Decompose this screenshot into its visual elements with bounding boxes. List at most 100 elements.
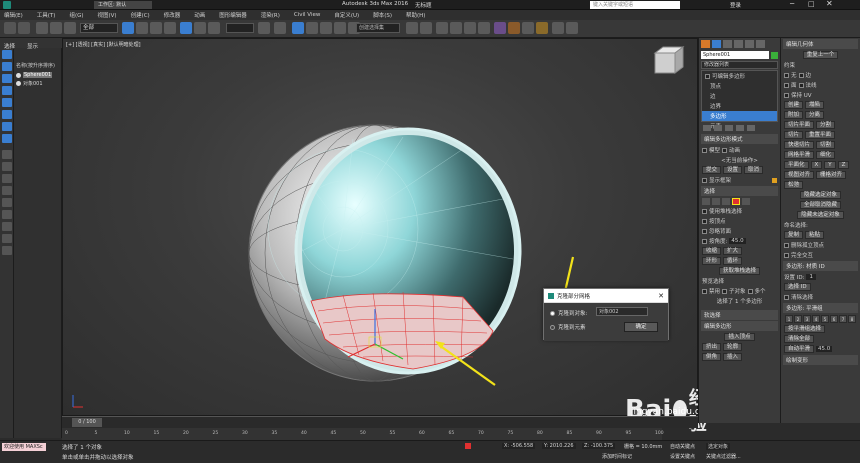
rollout-soft-selection[interactable]: 软选择 (701, 310, 778, 320)
select-id-button[interactable]: 选择 ID (784, 283, 811, 291)
viewcube[interactable] (654, 52, 676, 74)
explorer-geometry-icon[interactable] (2, 74, 12, 83)
edge-mode-icon[interactable] (712, 198, 720, 205)
rotate-icon[interactable] (194, 22, 206, 34)
shrink-button[interactable]: 收缩 (702, 247, 722, 255)
angle-snap-icon[interactable] (306, 22, 318, 34)
snap-toggle-icon[interactable] (292, 22, 304, 34)
planar-x-button[interactable]: X (810, 161, 823, 169)
explorer-cameras-icon[interactable] (2, 110, 12, 119)
split-button[interactable]: 分割 (816, 121, 836, 129)
menu-animation[interactable]: 动画 (194, 11, 205, 19)
rollout-selection[interactable]: 选择 (701, 186, 778, 196)
grow-button[interactable]: 扩大 (723, 247, 743, 255)
slice-plane-button[interactable]: 切片平面 (784, 121, 815, 129)
perspective-viewport[interactable]: [+] [透视] [真实] [默认明暗处理] Bai jingyan.baidu… (62, 38, 714, 435)
hide-selected-button[interactable]: 隐藏选定对象 (799, 191, 841, 199)
cut-button[interactable]: 切割 (816, 141, 836, 149)
constraint-face-radio[interactable] (784, 82, 789, 88)
minimize-icon[interactable]: ─ (790, 0, 794, 8)
menu-modifiers[interactable]: 修改器 (164, 11, 181, 19)
meshsmooth-button[interactable]: 网格平滑 (784, 151, 815, 159)
select-by-name-icon[interactable] (136, 22, 148, 34)
undo-icon[interactable] (4, 22, 16, 34)
menu-group[interactable]: 组(G) (69, 11, 83, 19)
explorer-sort-icon[interactable] (2, 198, 12, 207)
grid-align-button[interactable]: 栅格对齐 (816, 171, 847, 179)
preserve-uv-checkbox[interactable] (784, 92, 789, 98)
unlink-icon[interactable] (50, 22, 62, 34)
view-align-button[interactable]: 视图对齐 (784, 171, 815, 179)
object-name-field[interactable]: 对象002 (596, 307, 648, 316)
show-end-result-icon[interactable] (714, 125, 722, 131)
commit-button[interactable]: 提交 (702, 166, 722, 174)
ring-button[interactable]: 环形 (702, 257, 722, 265)
angle-spinner[interactable]: 45.0 (729, 238, 746, 244)
close-icon[interactable]: ✕ (826, 0, 833, 8)
object-color-swatch[interactable] (771, 51, 778, 59)
workspace-selector[interactable]: 工作区: 默认 (94, 1, 152, 9)
rollout-material-ids[interactable]: 多边形: 材质 ID (783, 261, 858, 271)
menu-graph-editors[interactable]: 图形编辑器 (219, 11, 247, 19)
explorer-freeze-icon[interactable] (2, 222, 12, 231)
z-coordinate[interactable]: Z: -100.375 (582, 443, 616, 449)
by-vertex-checkbox[interactable] (702, 208, 707, 214)
sg-button[interactable]: 1 (785, 315, 793, 323)
explorer-select-none-icon[interactable] (2, 186, 12, 195)
tessellate-button[interactable]: 细化 (816, 151, 836, 159)
explorer-hide-icon[interactable] (2, 234, 12, 243)
list-item[interactable]: Sphere001 (14, 71, 61, 79)
collapse-button[interactable]: 塌陷 (805, 101, 825, 109)
menu-civil-view[interactable]: Civil View (294, 12, 320, 18)
tab-select[interactable]: 选择 (4, 42, 15, 50)
track-bar[interactable]: 0 5 10 15 20 25 30 35 40 45 50 55 60 65 70 75 80 85 90 95 10… (62, 428, 664, 440)
object-name-input[interactable]: Sphere001 (701, 51, 769, 59)
by-angle-checkbox[interactable] (702, 218, 707, 224)
copy-button[interactable]: 复制 (784, 231, 804, 239)
explorer-spacewarps-icon[interactable] (2, 134, 12, 143)
bevel-button[interactable]: 倒角 (702, 353, 722, 361)
repeat-last-button[interactable]: 重复上一个 (802, 51, 839, 59)
settings-button[interactable]: 设置 (723, 166, 743, 174)
rollout-edit-polygons[interactable]: 编辑多边形 (701, 321, 778, 331)
configure-sets-icon[interactable] (747, 125, 755, 131)
get-stack-selection-button[interactable]: 获取堆栈选择 (718, 267, 760, 275)
show-cage-checkbox[interactable] (702, 177, 707, 183)
modify-tab-icon[interactable] (712, 40, 721, 48)
stack-item[interactable]: 顶点 (702, 81, 777, 91)
sg-button[interactable]: 5 (821, 315, 829, 323)
visibility-icon[interactable] (16, 72, 21, 78)
add-time-tag[interactable]: 添加时间标记 (602, 453, 632, 460)
explorer-lock-icon[interactable] (2, 246, 12, 255)
constraint-none-radio[interactable] (784, 72, 789, 78)
auto-key-button[interactable]: 自动关键点 (670, 443, 695, 450)
explorer-layer-icon[interactable] (2, 210, 12, 219)
search-input[interactable]: 键入关键字或短语 (590, 1, 680, 9)
rollout-edit-geometry[interactable]: 编辑几何体 (783, 39, 858, 49)
spinner-snap-icon[interactable] (334, 22, 346, 34)
select-manipulate-icon[interactable] (274, 22, 286, 34)
border-mode-icon[interactable] (722, 198, 730, 205)
sg-button[interactable]: 2 (794, 315, 802, 323)
menu-create[interactable]: 创建(C) (131, 11, 150, 19)
menu-edit[interactable]: 编辑(E) (4, 11, 23, 19)
set-id-spinner[interactable]: 1 (806, 274, 816, 280)
ignore-backfacing-checkbox[interactable] (702, 228, 707, 234)
element-mode-icon[interactable] (742, 198, 750, 205)
paste-button[interactable]: 粘贴 (805, 231, 825, 239)
planar-z-button[interactable]: Z (837, 161, 850, 169)
anim-radio[interactable] (722, 147, 728, 153)
explorer-invert-icon[interactable] (2, 162, 12, 171)
hierarchy-tab-icon[interactable] (723, 40, 732, 48)
explorer-filter-icon[interactable] (2, 150, 12, 159)
option-clone-to-element[interactable]: 克隆到元素 (550, 323, 586, 331)
quickslice-button[interactable]: 快速切片 (784, 141, 815, 149)
visibility-icon[interactable] (16, 81, 21, 86)
reference-coord-dropdown[interactable] (226, 23, 254, 33)
slice-button[interactable]: 切片 (784, 131, 804, 139)
explorer-helpers-icon[interactable] (2, 122, 12, 131)
mirror-icon[interactable] (406, 22, 418, 34)
set-key-button[interactable]: 设置关键点 (670, 453, 695, 460)
make-unique-icon[interactable] (725, 125, 733, 131)
insert-vertex-button[interactable]: 插入顶点 (724, 333, 755, 341)
